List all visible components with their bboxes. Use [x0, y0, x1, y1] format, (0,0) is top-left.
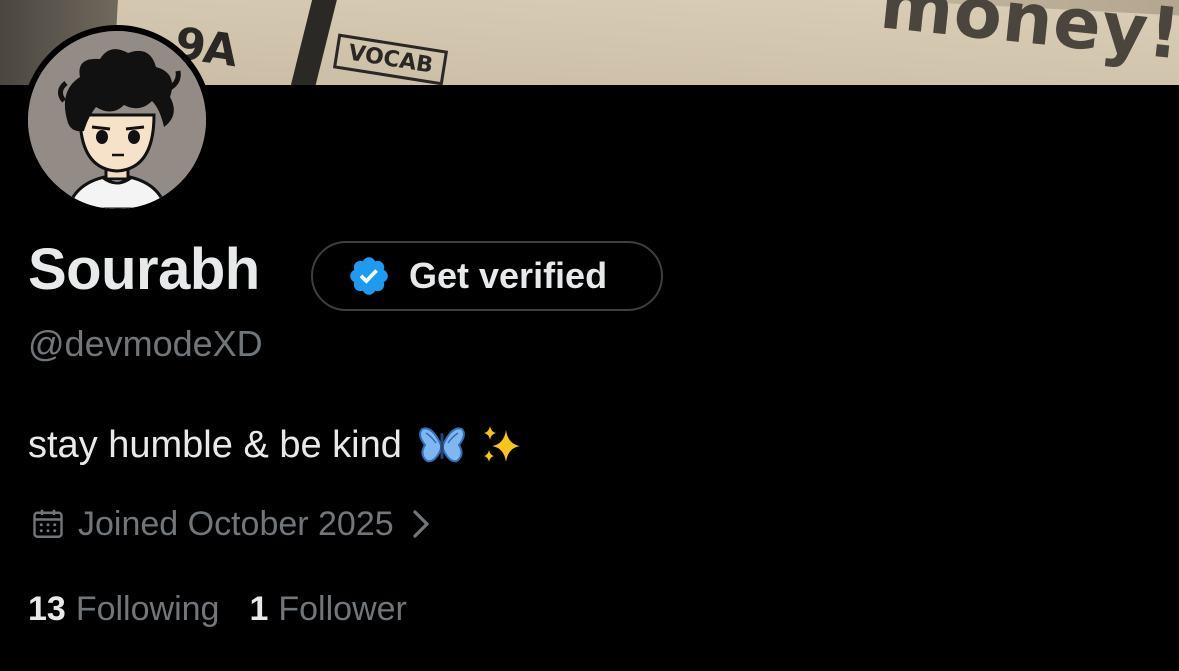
bio-text: stay humble & be kind	[28, 423, 402, 466]
bio-emojis	[418, 422, 526, 468]
profile-name: Sourabh	[28, 237, 260, 302]
avatar-image	[28, 31, 206, 209]
follow-stats: 13 Following 1 Follower	[28, 590, 407, 629]
avatar-illustration-icon	[28, 31, 206, 209]
followers-count: 1	[249, 590, 269, 628]
following-count: 13	[28, 590, 66, 628]
followers-label: Follower	[278, 590, 407, 628]
chevron-right-icon	[413, 510, 429, 538]
butterfly-emoji-icon	[418, 427, 465, 463]
following-label: Following	[75, 590, 220, 628]
sparkles-emoji-icon	[483, 426, 520, 462]
calendar-icon	[33, 509, 63, 538]
avatar[interactable]	[22, 25, 212, 215]
get-verified-button[interactable]: Get verified	[311, 241, 663, 311]
joined-date-row[interactable]: Joined October 2025	[30, 502, 434, 546]
joined-date-text: Joined October 2025	[78, 504, 394, 543]
profile-bio: stay humble & be kind	[28, 422, 526, 468]
profile-handle: @devmodeXD	[28, 323, 263, 364]
get-verified-label: Get verified	[409, 255, 608, 296]
followers-link[interactable]: 1 Follower	[249, 590, 406, 629]
verified-badge-icon	[350, 257, 388, 295]
following-link[interactable]: 13 Following	[28, 590, 219, 629]
